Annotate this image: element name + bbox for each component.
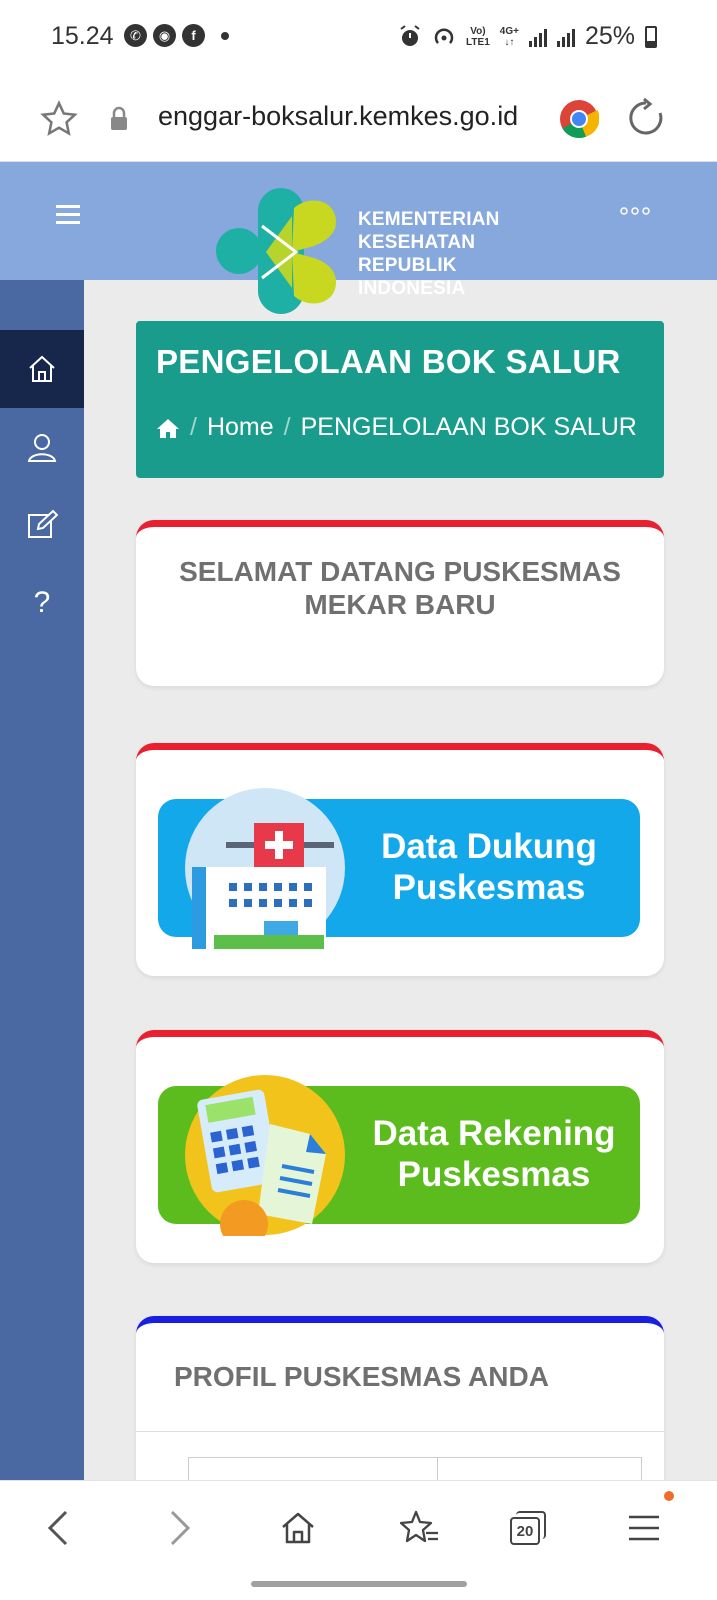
breadcrumb-home-icon[interactable] bbox=[156, 417, 180, 439]
hospital-icon bbox=[185, 788, 345, 949]
sidebar-item-profile[interactable] bbox=[0, 408, 84, 486]
data-rekening-card: Data Rekening Puskesmas bbox=[136, 1030, 664, 1263]
data-dukung-label: Data Dukung Puskesmas bbox=[381, 827, 597, 907]
reload-icon[interactable] bbox=[626, 98, 666, 138]
status-bar: 15.24 ✆ ◉ f Vo) LTE1 4G+ ↓↑ 25% bbox=[0, 0, 717, 75]
user-icon bbox=[27, 434, 57, 462]
chrome-icon[interactable] bbox=[559, 99, 599, 139]
calculator-icon bbox=[185, 1075, 345, 1236]
lock-icon[interactable] bbox=[108, 106, 130, 132]
browser-address-bar: enggar-boksalur.kemkes.go.id bbox=[0, 75, 717, 162]
welcome-message: SELAMAT DATANG PUSKESMAS MEKAR BARU bbox=[179, 556, 621, 620]
network-type-indicator: 4G+ ↓↑ bbox=[499, 25, 519, 48]
menu-icon bbox=[629, 1515, 659, 1541]
bookmarks-icon bbox=[400, 1510, 438, 1543]
whatsapp-icon: ✆ bbox=[124, 24, 147, 47]
forward-icon bbox=[170, 1510, 191, 1546]
data-dukung-card: Data Dukung Puskesmas bbox=[136, 743, 664, 976]
tabs-icon: 20 bbox=[510, 1511, 546, 1545]
gesture-bar[interactable] bbox=[251, 1581, 467, 1587]
edit-icon bbox=[28, 509, 58, 538]
breadcrumb-home-link[interactable]: Home bbox=[207, 413, 274, 442]
sidebar-item-edit[interactable] bbox=[0, 486, 84, 564]
kemenkes-logo bbox=[216, 188, 336, 314]
back-icon bbox=[47, 1510, 68, 1546]
url-text[interactable]: enggar-boksalur.kemkes.go.id bbox=[158, 101, 518, 132]
battery-icon bbox=[645, 25, 657, 48]
sidebar-item-help[interactable]: ? bbox=[0, 564, 84, 642]
breadcrumb-separator: / bbox=[283, 413, 291, 441]
bookmarks-button[interactable] bbox=[390, 1503, 450, 1553]
battery-percent: 25% bbox=[584, 22, 635, 50]
tabs-button[interactable]: 20 bbox=[498, 1503, 558, 1553]
breadcrumb-separator: / bbox=[190, 413, 197, 441]
page-title: PENGELOLAAN BOK SALUR bbox=[156, 343, 621, 380]
breadcrumb: / Home / PENGELOLAAN BOK SALUR bbox=[156, 413, 637, 442]
notification-dot bbox=[664, 1491, 674, 1501]
profile-title: PROFIL PUSKESMAS ANDA bbox=[174, 1361, 549, 1392]
divider bbox=[136, 1431, 664, 1432]
clock: 15.24 bbox=[51, 22, 114, 50]
signal-icon-2 bbox=[556, 27, 575, 47]
more-options-icon[interactable] bbox=[620, 206, 650, 216]
home-icon bbox=[282, 1512, 314, 1544]
menu-button[interactable] bbox=[614, 1491, 674, 1553]
star-icon[interactable] bbox=[40, 100, 78, 138]
sidebar-item-home[interactable] bbox=[0, 330, 84, 408]
data-rekening-button[interactable]: Data Rekening Puskesmas bbox=[158, 1075, 640, 1236]
data-dukung-button[interactable]: Data Dukung Puskesmas bbox=[158, 788, 640, 949]
volte-indicator: Vo) LTE1 bbox=[466, 25, 490, 48]
home-icon bbox=[29, 355, 55, 382]
breadcrumb-current: PENGELOLAAN BOK SALUR bbox=[300, 413, 637, 441]
github-icon: ◉ bbox=[153, 24, 176, 47]
hotspot-icon bbox=[434, 27, 454, 44]
page-header: PENGELOLAAN BOK SALUR / Home / PENGELOLA… bbox=[136, 321, 664, 478]
home-button[interactable] bbox=[268, 1503, 328, 1553]
forward-button[interactable] bbox=[150, 1503, 210, 1553]
logo-text: KEMENTERIAN KESEHATAN REPUBLIK INDONESIA bbox=[358, 209, 500, 299]
notification-icons: ✆ ◉ f bbox=[124, 24, 229, 47]
system-icons: Vo) LTE1 4G+ ↓↑ 25% bbox=[398, 22, 657, 51]
welcome-card: SELAMAT DATANG PUSKESMAS MEKAR BARU bbox=[136, 520, 664, 686]
data-rekening-label: Data Rekening Puskesmas bbox=[372, 1114, 616, 1194]
facebook-icon: f bbox=[182, 24, 205, 47]
alarm-icon bbox=[400, 24, 420, 46]
signal-icon bbox=[528, 27, 547, 47]
hamburger-menu-icon[interactable] bbox=[56, 204, 84, 226]
back-button[interactable] bbox=[28, 1503, 88, 1553]
help-icon: ? bbox=[33, 586, 51, 619]
sidebar: ? bbox=[0, 280, 84, 1480]
more-notifications-dot bbox=[221, 31, 229, 40]
